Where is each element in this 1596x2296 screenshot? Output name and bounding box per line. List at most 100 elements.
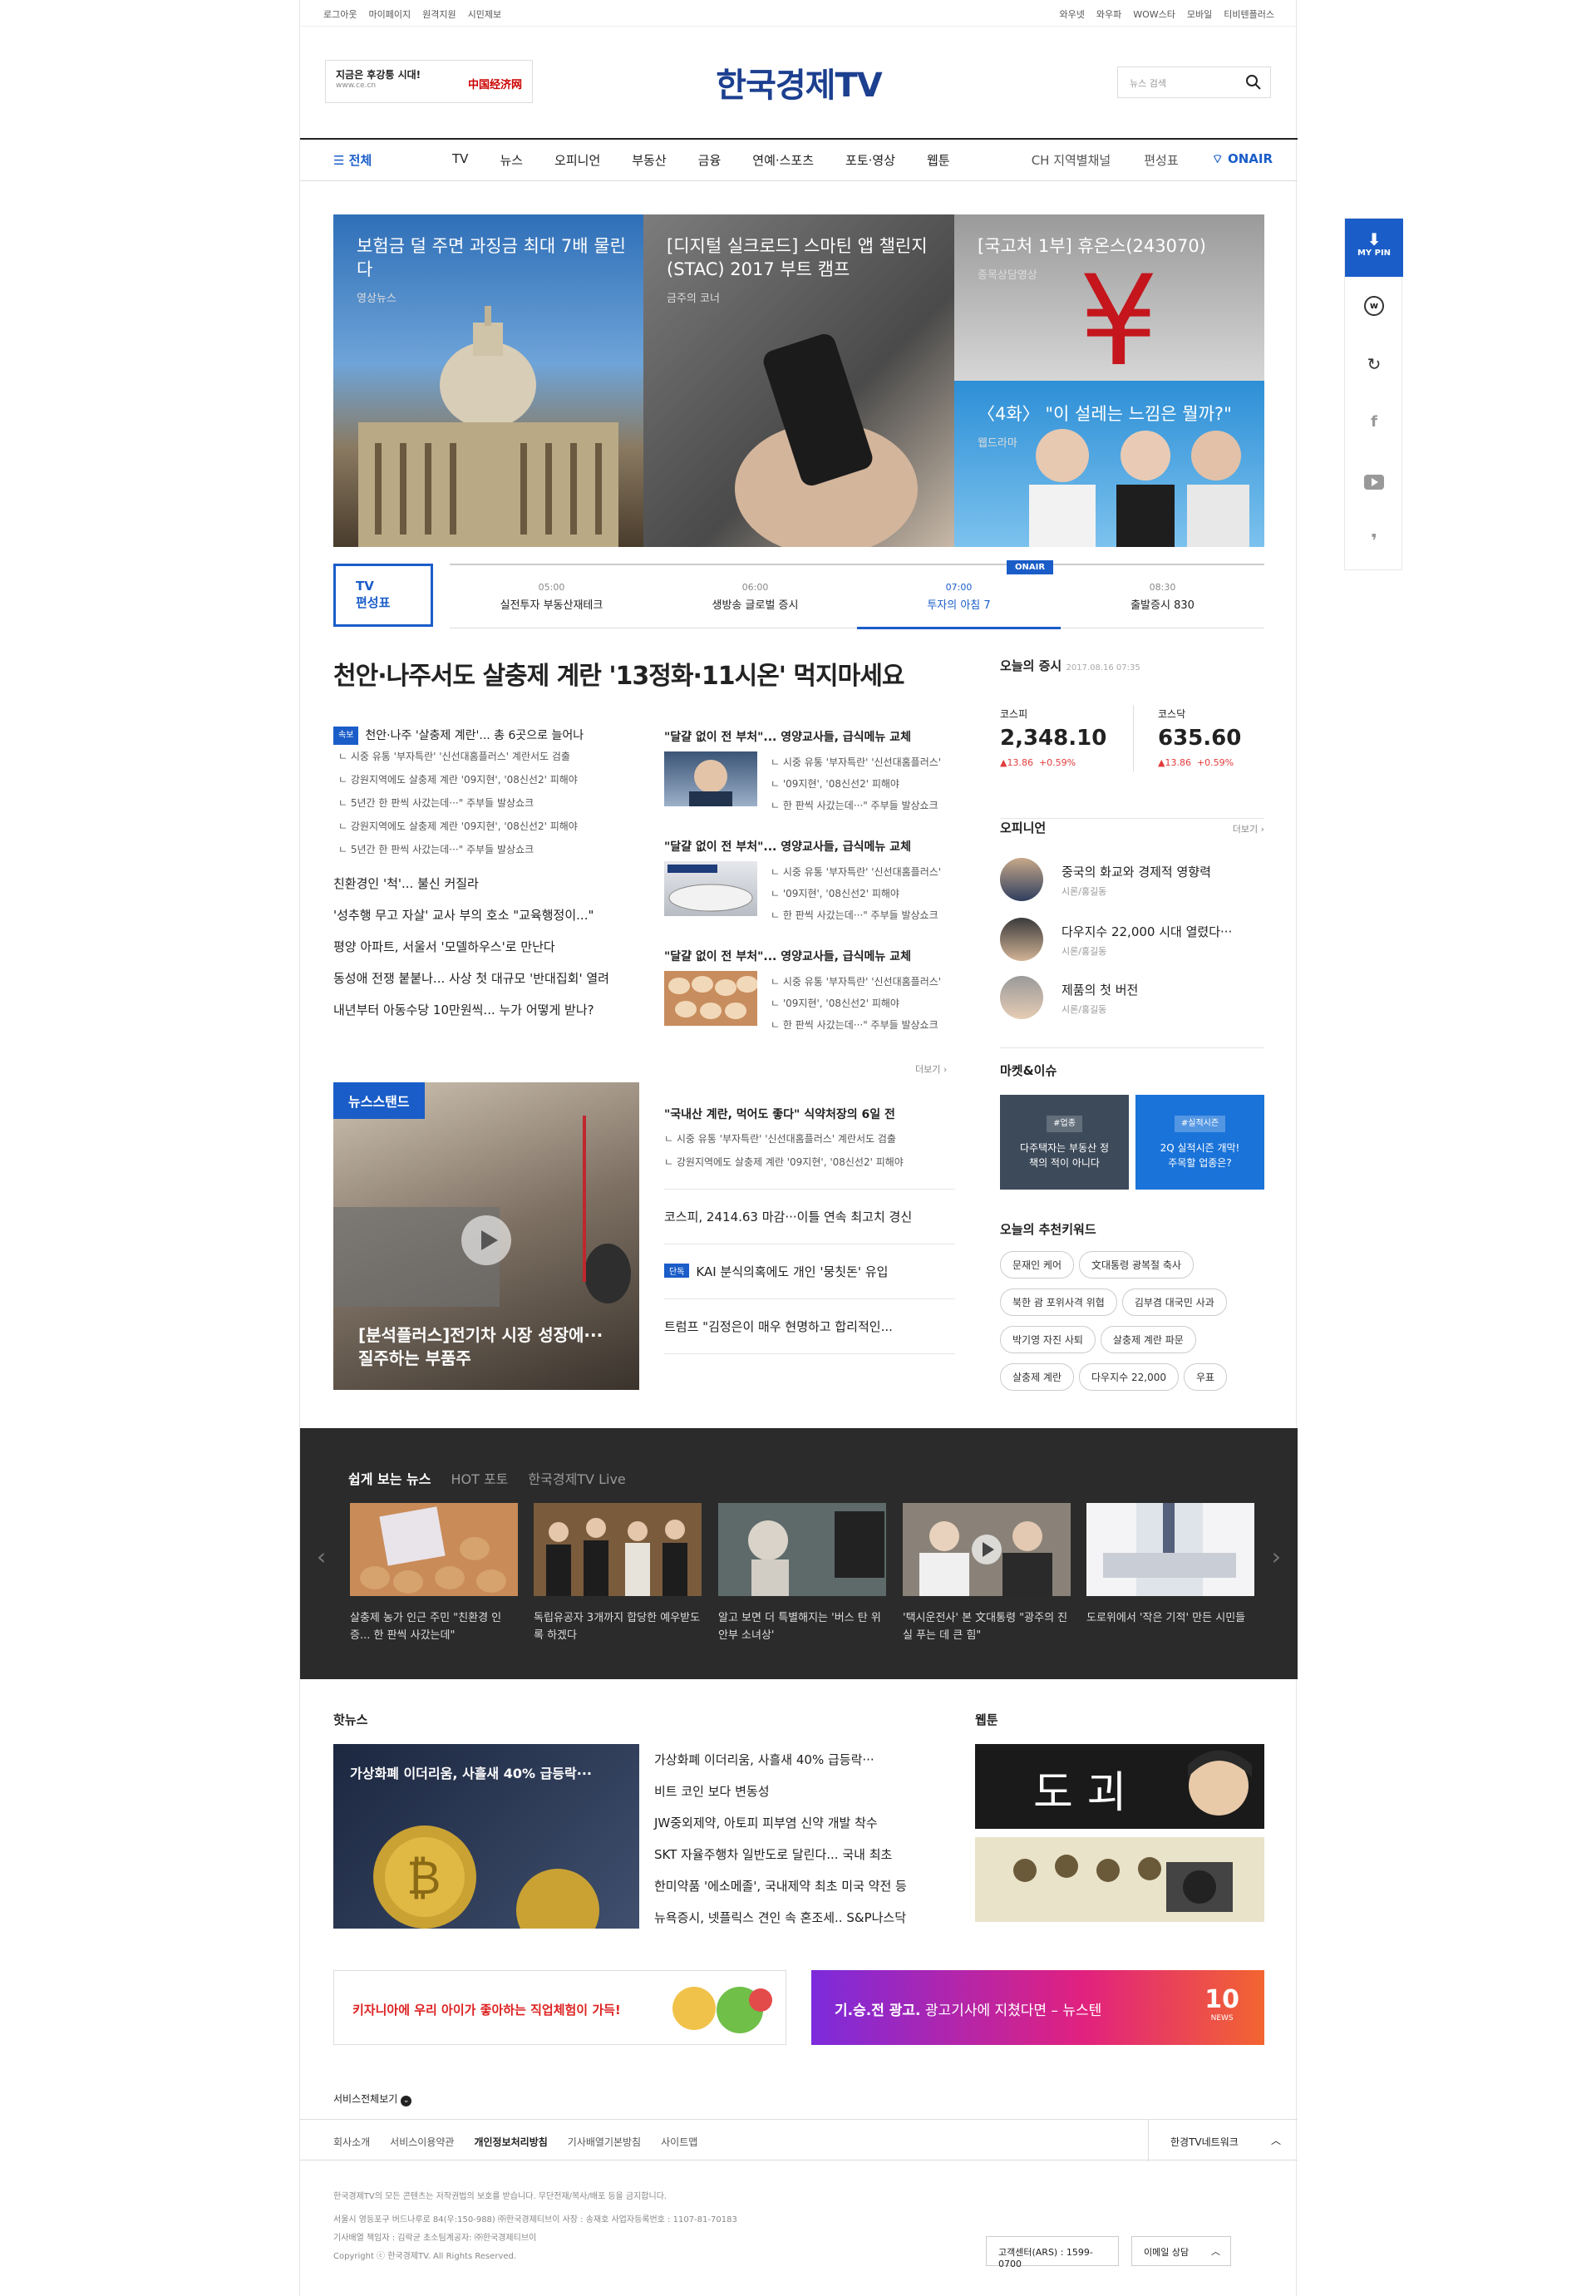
nav-regional-channel[interactable]: CH 지역별채널 xyxy=(1032,151,1111,169)
email-inquiry-button[interactable]: 이메일 상담 ︿ xyxy=(1131,2236,1231,2266)
ns-sub-1[interactable]: ㄴ 시중 유통 '부자특란' '신선대홈플러스' 계란서도 검출 xyxy=(664,1127,955,1150)
family-link-tvten[interactable]: 티비텐플러스 xyxy=(1224,7,1274,21)
news-item-2[interactable]: '성추행 무고 자살' 교사 부의 호소 "교육행정이..." xyxy=(333,899,641,931)
main-headline[interactable]: 천안·나주서도 살충제 계란 '13정화·11시온' 먹지마세요 xyxy=(333,655,904,692)
footer-link-article-policy[interactable]: 기사배열기본방침 xyxy=(568,2135,641,2149)
keyword-chip[interactable]: 살충제 계란 xyxy=(1000,1363,1075,1391)
family-link-wowstar[interactable]: WOW스타 xyxy=(1133,7,1175,21)
nav-entertainment[interactable]: 연예·스포츠 xyxy=(752,151,814,169)
schedule-item-4[interactable]: 08:30 출발증시 830 xyxy=(1061,582,1264,612)
hero-tile-4[interactable]: 〈4화〉 "이 설레는 느낌은 뭘까?" 웹드라마 xyxy=(954,381,1264,547)
kidzania-banner[interactable]: 키자니아에 우리 아이가 좋아하는 직업체험이 가득! xyxy=(333,1970,786,2045)
hot-news-item[interactable]: SKT 자율주행차 일반도로 달린다... 국내 최초 xyxy=(654,1839,937,1870)
mid-article-sub-2-1[interactable]: ㄴ 시중 유통 '부자특란' '신선대홈플러스' xyxy=(771,861,955,883)
tab-live[interactable]: 한국경제TV Live xyxy=(528,1468,625,1488)
hero-tile-1[interactable]: 보험금 덜 주면 과징금 최대 7배 물린다 영상뉴스 xyxy=(333,214,643,547)
carousel-card-3[interactable]: 알고 보면 더 특별해지는 '버스 탄 위안부 소녀상' xyxy=(718,1503,886,1644)
blog-icon[interactable]: ❜ xyxy=(1366,531,1382,552)
keyword-chip[interactable]: 김부겸 대국민 사과 xyxy=(1121,1288,1227,1316)
keyword-chip[interactable]: 살충제 계란 파문 xyxy=(1100,1326,1196,1353)
ns-item-3[interactable]: 트럼프 "김정은이 매우 현명하고 합리적인... xyxy=(664,1298,955,1354)
mypin-button[interactable]: ⬇ MY PIN xyxy=(1345,219,1403,277)
breaking-top[interactable]: 속보 천안·나주 '살충제 계란'... 총 6곳으로 늘어나 xyxy=(333,727,641,745)
carousel-card-5[interactable]: 도로위에서 '작은 기적' 만든 시민들 xyxy=(1086,1503,1254,1627)
carousel-next-icon[interactable]: › xyxy=(1272,1543,1281,1570)
mid-article-sub-2-3[interactable]: ㄴ 한 판씩 사갔는데···" 주부들 발상쇼크 xyxy=(771,904,955,926)
mid-article-1[interactable]: "달걀 없이 전 부처"... 영양교사들, 급식메뉴 교체 ㄴ 시중 유통 '… xyxy=(664,728,955,828)
mid-article-sub-1-3[interactable]: ㄴ 한 판씩 사갔는데···" 주부들 발상쇼크 xyxy=(771,795,955,816)
nav-photo-video[interactable]: 포토·영상 xyxy=(845,151,895,169)
nav-finance[interactable]: 금융 xyxy=(698,151,722,169)
play-icon[interactable] xyxy=(461,1215,511,1265)
keyword-chip[interactable]: 우표 xyxy=(1183,1363,1228,1391)
carousel-card-1[interactable]: 살충제 농가 인근 주민 "친환경 인증... 한 판씩 사갔는데" xyxy=(350,1503,518,1644)
newsstand-card[interactable]: 뉴스스탠드 [분석플러스]전기차 시장 성장에··· 질주하는 부품주 xyxy=(333,1082,639,1390)
hot-news-item[interactable]: 가상화폐 이더리움, 사흘새 40% 급등락··· xyxy=(654,1744,937,1776)
mid-article-sub-1-2[interactable]: ㄴ '09지현', '08신선2' 피해야 xyxy=(771,773,955,795)
opinion-more-link[interactable]: 더보기 › xyxy=(1233,822,1264,835)
mid-article-sub-1-1[interactable]: ㄴ 시중 유통 '부자특란' '신선대홈플러스' xyxy=(771,751,955,773)
mid-article-2[interactable]: "달걀 없이 전 부처"... 영양교사들, 급식메뉴 교체 ㄴ 시중 유통 '… xyxy=(664,838,955,938)
mypage-link[interactable]: 마이페이지 xyxy=(368,7,411,21)
breaking-sub-1[interactable]: ㄴ 시중 유통 '부자특란' '신선대홈플러스' 계란서도 검출 xyxy=(333,745,641,768)
breaking-sub-2[interactable]: ㄴ 강원지역에도 살충제 계란 '09지현', '08신선2' 피해야 xyxy=(333,768,641,791)
opinion-item-1[interactable]: 중국의 화교와 경제적 영향력 시론/홍길동 xyxy=(1000,858,1264,908)
keyword-chip[interactable]: 북한 괌 포위사격 위협 xyxy=(1000,1288,1117,1316)
logout-link[interactable]: 로그아웃 xyxy=(323,7,357,21)
schedule-item-2[interactable]: 06:00 생방송 글로벌 증시 xyxy=(653,582,857,612)
newsten-banner[interactable]: 기.승.전 광고. 광고기사에 지쳤다면 – 뉴스텐 10 NEWS xyxy=(811,1970,1264,2045)
service-all-toggle[interactable]: 서비스전체보기 ⌄ xyxy=(333,2092,412,2106)
footer-link-sitemap[interactable]: 사이트맵 xyxy=(661,2135,697,2149)
news-item-3[interactable]: 평양 아파트, 서울서 '모델하우스'로 만난다 xyxy=(333,931,641,963)
hot-news-item[interactable]: JW중외제약, 아토피 피부염 신약 개발 착수 xyxy=(654,1807,937,1839)
footer-link-about[interactable]: 회사소개 xyxy=(333,2135,370,2149)
ns-item-1[interactable]: 코스피, 2414.63 마감···이틀 연속 최고치 경신 xyxy=(664,1189,955,1244)
refresh-icon[interactable]: ↻ xyxy=(1364,354,1384,374)
carousel-card-4[interactable]: '택시운전사' 본 文대통령 "광주의 진실 푸는 데 큰 힘" xyxy=(903,1503,1071,1644)
keyword-chip[interactable]: 박기영 자진 사퇴 xyxy=(1000,1326,1096,1353)
nav-schedule[interactable]: 편성표 xyxy=(1144,151,1178,169)
keyword-chip[interactable]: 다우지수 22,000 xyxy=(1079,1363,1179,1391)
ns-sub-2[interactable]: ㄴ 강원지역에도 살충제 계란 '09지현', '08신선2' 피해야 xyxy=(664,1150,955,1174)
nav-tv[interactable]: TV xyxy=(452,151,468,169)
opinion-item-3[interactable]: 제품의 첫 버전 시론/홍길동 xyxy=(1000,976,1264,1026)
nav-news[interactable]: 뉴스 xyxy=(500,151,523,169)
all-menu-button[interactable]: ☰ 전체 xyxy=(333,151,372,169)
family-link-mobile[interactable]: 모바일 xyxy=(1187,7,1212,21)
news-item-4[interactable]: 동성애 전쟁 붙붙나... 사상 첫 대규모 '반대집회' 열려 xyxy=(333,963,641,994)
family-link-wowpa[interactable]: 와우파 xyxy=(1096,7,1121,21)
hot-news-item[interactable]: 한미약품 '에소메졸', 국내제약 최초 미국 약전 등 xyxy=(654,1870,937,1902)
wownet-icon[interactable]: w xyxy=(1364,296,1384,316)
news-item-5[interactable]: 내년부터 아동수당 10만원씩... 누가 어떻게 받나? xyxy=(333,994,641,1026)
network-dropdown[interactable]: 한경TV네트워크 ︿ xyxy=(1148,2120,1298,2161)
nav-onair[interactable]: ⌔ ONAIR xyxy=(1212,151,1273,169)
keyword-chip[interactable]: 문재인 케어 xyxy=(1000,1251,1075,1279)
citizen-report-link[interactable]: 시민제보 xyxy=(468,7,501,21)
breaking-sub-5[interactable]: ㄴ 5년간 한 판씩 사갔는데···" 주부들 발상쇼크 xyxy=(333,838,641,861)
tab-hot-photo[interactable]: HOT 포토 xyxy=(451,1468,508,1488)
carousel-card-2[interactable]: 독립유공자 3개까지 합당한 예우받도록 하겠다 xyxy=(534,1503,702,1644)
hot-news-item[interactable]: 비트 코인 보다 변동성 xyxy=(654,1776,937,1807)
ns-item-2[interactable]: 단독 KAI 분식의혹에도 개인 '뭉칫돈' 유입 xyxy=(664,1244,955,1298)
breaking-sub-4[interactable]: ㄴ 강원지역에도 살충제 계란 '09지현', '08신선2' 피해야 xyxy=(333,815,641,838)
nav-webtoon[interactable]: 웹툰 xyxy=(927,151,950,169)
customer-center-button[interactable]: 고객센터(ARS) : 1599-0700 xyxy=(986,2236,1119,2269)
mid-article-sub-2-2[interactable]: ㄴ '09지현', '08신선2' 피해야 xyxy=(771,883,955,904)
news-item-1[interactable]: 친환경인 '척'... 불신 커질라 xyxy=(333,868,641,899)
hero-tile-3[interactable]: ¥ [국고처 1부] 휴온스(243070) 종목상담영상 xyxy=(954,214,1264,381)
keyword-chip[interactable]: 文대통령 광복절 축사 xyxy=(1079,1251,1194,1279)
hero-tile-2[interactable]: [디지털 실크로드] 스마틴 앱 챌린지(STAC) 2017 부트 캠프 금주의… xyxy=(643,214,954,547)
schedule-badge[interactable]: TV 편성표 xyxy=(333,564,433,627)
ns-first-title[interactable]: "국내산 계란, 먹어도 좋다" 식약처장의 6일 전 xyxy=(664,1106,955,1122)
footer-link-privacy[interactable]: 개인정보처리방침 xyxy=(474,2135,547,2149)
tab-easy-news[interactable]: 쉽게 보는 뉴스 xyxy=(348,1468,431,1488)
hot-news-image[interactable]: ₿ 가상화폐 이더리움, 사흘새 40% 급등락··· xyxy=(333,1744,639,1929)
breaking-sub-3[interactable]: ㄴ 5년간 한 판씩 사갔는데···" 주부들 발상쇼크 xyxy=(333,791,641,815)
youtube-icon[interactable] xyxy=(1364,475,1384,490)
mid-more-link[interactable]: 더보기 › xyxy=(915,1062,947,1076)
remote-support-link[interactable]: 원격지원 xyxy=(422,7,456,21)
family-link-wownet[interactable]: 와우넷 xyxy=(1059,7,1084,21)
nav-opinion[interactable]: 오피니언 xyxy=(554,151,600,169)
market-card-1[interactable]: #업종 다주택자는 부동산 정책의 적이 아니다 xyxy=(1000,1095,1129,1190)
mid-article-sub-3-2[interactable]: ㄴ '09지현', '08신선2' 피해야 xyxy=(771,993,955,1014)
